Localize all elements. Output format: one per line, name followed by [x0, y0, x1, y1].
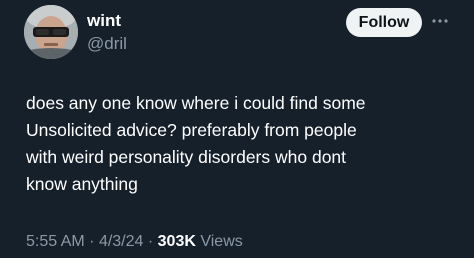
tweet-date[interactable]: 4/3/24 — [99, 233, 143, 250]
views-label[interactable]: Views — [200, 233, 242, 250]
display-name[interactable]: wint — [87, 10, 127, 32]
tweet-text-line: know anything — [26, 174, 138, 194]
tweet-card: wint @dril Follow does any one know wher… — [0, 0, 474, 258]
user-handle[interactable]: @dril — [87, 33, 127, 55]
follow-button[interactable]: Follow — [346, 8, 422, 37]
meta-separator: · — [89, 233, 95, 250]
tweet-time[interactable]: 5:55 AM — [26, 233, 85, 250]
views-count[interactable]: 303K — [158, 233, 196, 250]
avatar[interactable] — [24, 5, 78, 59]
more-horizontal-icon — [432, 19, 448, 23]
tweet-text-line: does any one know where i could find som… — [26, 93, 366, 113]
tweet-text-line: with weird personality disorders who don… — [26, 147, 347, 167]
tweet-metadata: 5:55 AM · 4/3/24 · 303K Views — [26, 232, 243, 252]
tweet-text: does any one know where i could find som… — [26, 90, 466, 198]
more-options-button[interactable] — [429, 10, 451, 32]
tweet-text-line: Unsolicited advice? preferably from peop… — [26, 120, 357, 140]
avatar-image — [24, 5, 78, 59]
author-info: wint @dril — [87, 10, 127, 55]
meta-separator: · — [147, 233, 154, 250]
